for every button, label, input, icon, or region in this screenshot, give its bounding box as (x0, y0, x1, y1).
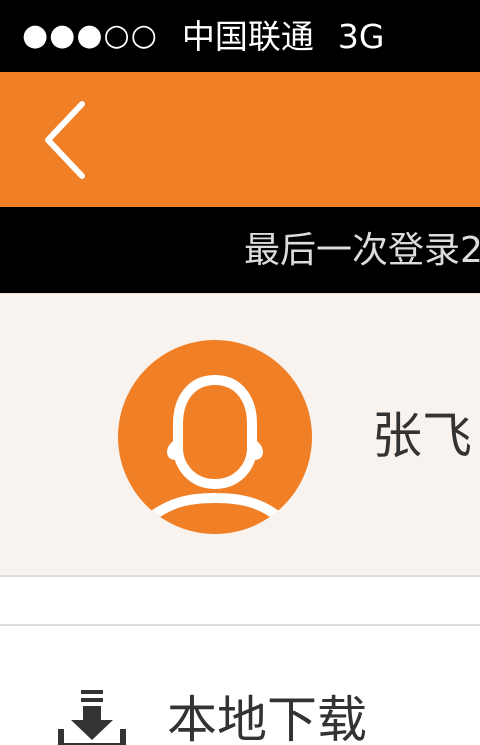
section-divider (0, 577, 480, 626)
navigation-bar (0, 72, 480, 207)
carrier-name: 中国联通 (181, 16, 314, 56)
menu-item-local-download[interactable]: 本地下载 (0, 626, 480, 745)
last-login-text: 最后一次登录2 (244, 230, 480, 271)
chevron-left-icon (45, 101, 85, 179)
signal-strength-indicator: ●●●○○ (22, 18, 158, 53)
download-icon (57, 690, 127, 745)
back-button[interactable] (30, 98, 100, 182)
network-type: 3G (337, 16, 385, 56)
last-login-banner: 最后一次登录2 (0, 207, 480, 293)
avatar[interactable] (118, 340, 312, 534)
app-screen: ●●●○○ 中国联通 3G 最后一次登录2 张飞 本地下载 (0, 0, 480, 745)
profile-card[interactable]: 张飞 (0, 293, 480, 577)
status-bar: ●●●○○ 中国联通 3G (0, 0, 480, 72)
user-avatar-icon (145, 374, 285, 523)
user-name: 张飞 (372, 407, 472, 465)
menu-item-label: 本地下载 (167, 691, 367, 745)
